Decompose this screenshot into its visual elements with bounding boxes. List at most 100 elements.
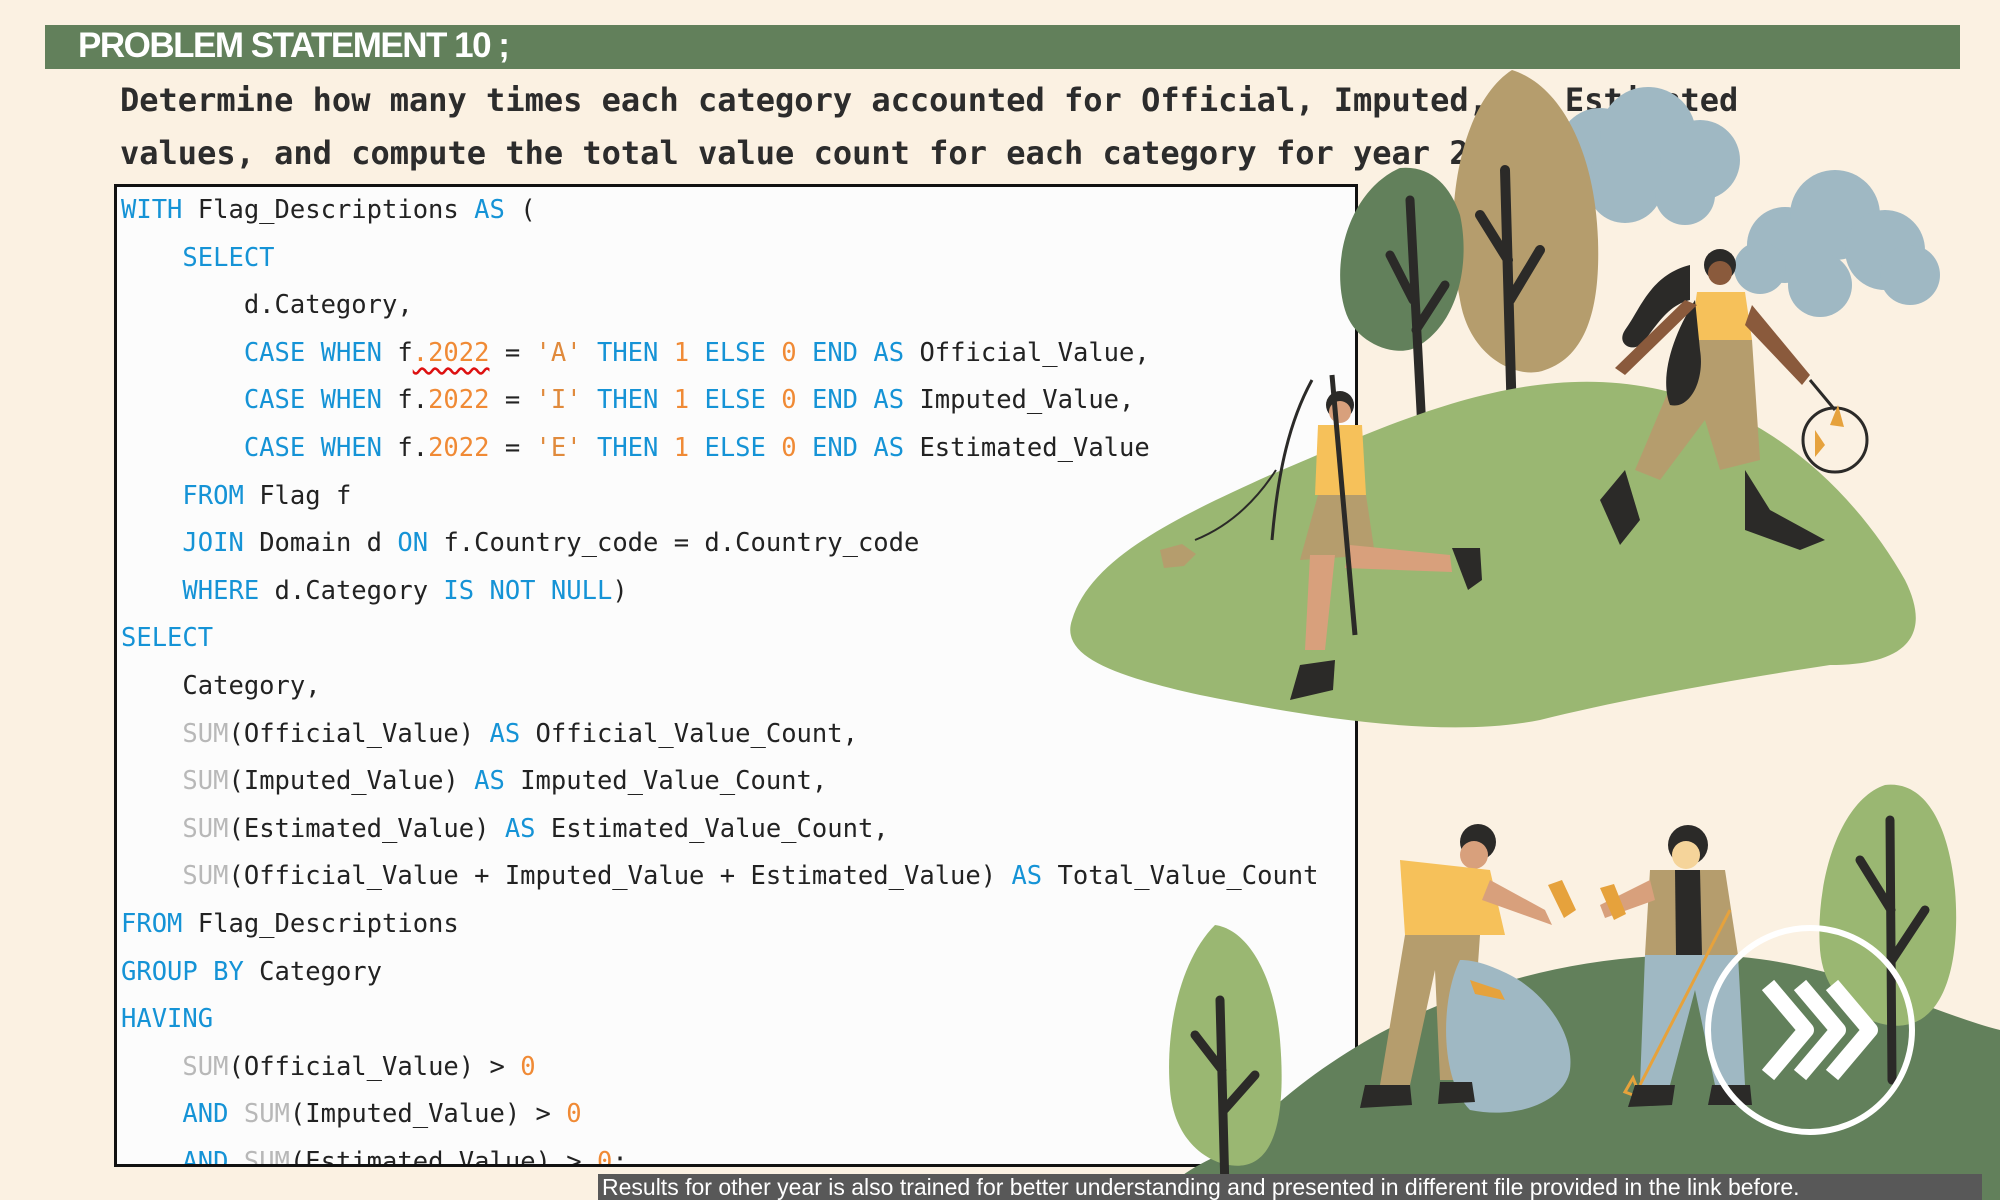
code-line: GROUP BY Category — [121, 949, 1319, 997]
code-line: FROM Flag f — [121, 473, 1319, 521]
code-token: 'I' — [535, 385, 582, 416]
code-token: d.Category — [259, 575, 444, 606]
code-token: 0 — [596, 1146, 613, 1167]
code-token: Imputed_Value_Count, — [504, 766, 828, 797]
code-token: ON — [397, 528, 429, 559]
code-token: THEN — [596, 432, 659, 463]
code-token: SUM — [182, 813, 229, 844]
code-token: 0 — [781, 337, 797, 368]
code-line: CASE WHEN f.2022 = 'A' THEN 1 ELSE 0 END… — [121, 330, 1319, 378]
code-token: ELSE — [704, 385, 766, 416]
man-with-bag-figure — [1360, 824, 1576, 1113]
code-token: 1 — [673, 432, 690, 463]
code-token: 2022 — [428, 385, 490, 416]
code-token: (Official_Value) > — [228, 1051, 521, 1082]
code-token: 'E' — [535, 432, 582, 463]
code-line: CASE WHEN f.2022 = 'E' THEN 1 ELSE 0 END… — [121, 425, 1319, 473]
code-token: 'A' — [535, 337, 582, 368]
code-line: SELECT — [121, 235, 1319, 283]
code-token: AS — [489, 718, 521, 749]
code-token: = — [489, 385, 536, 416]
code-token: AS — [474, 766, 505, 797]
code-token: Domain d — [243, 528, 398, 559]
code-token: AND — [182, 1146, 229, 1167]
code-token: Estimated_Value — [904, 432, 1150, 463]
code-line: SUM(Official_Value + Imputed_Value + Est… — [121, 853, 1319, 901]
code-line: SUM(Estimated_Value) AS Estimated_Value_… — [121, 806, 1319, 854]
code-token: Flag f — [243, 480, 352, 511]
code-line: WITH Flag_Descriptions AS ( — [121, 187, 1319, 235]
code-token: ; — [612, 1146, 628, 1167]
code-token: AS — [504, 813, 536, 844]
code-token: f. — [382, 432, 429, 463]
code-token: f — [382, 337, 413, 368]
code-token: 2022 — [428, 432, 490, 463]
code-token: AND — [182, 1099, 229, 1130]
code-token: ELSE — [704, 432, 766, 463]
code-line: FROM Flag_Descriptions — [121, 901, 1319, 949]
code-line: AND SUM(Estimated_Value) > 0; — [121, 1139, 1319, 1167]
code-token: (Estimated_Value) — [228, 813, 505, 844]
code-token: Official_Value_Count, — [520, 718, 858, 749]
code-token: Total_Value_Count — [1042, 861, 1319, 892]
code-token: Imputed_Value, — [904, 385, 1135, 416]
code-token: (Estimated_Value) > — [289, 1146, 597, 1167]
code-token: AS — [1011, 861, 1043, 892]
code-token: 0 — [781, 385, 797, 416]
code-token: Category, — [121, 670, 321, 701]
code-token: ELSE — [704, 337, 766, 368]
code-token: END AS — [811, 337, 905, 368]
code-token: (Official_Value + Imputed_Value + Estima… — [228, 861, 1012, 892]
code-token: SELECT — [121, 623, 214, 654]
code-token: Flag_Descriptions — [182, 195, 475, 225]
dark-tree-icon — [1340, 167, 1464, 435]
code-line: CASE WHEN f.2022 = 'I' THEN 1 ELSE 0 END… — [121, 377, 1319, 425]
code-token: SELECT — [182, 242, 275, 273]
code-token: 0 — [781, 432, 797, 463]
code-line: HAVING — [121, 996, 1319, 1044]
code-token: ( — [504, 195, 536, 225]
cloud-right-icon — [1734, 170, 1940, 317]
code-token: FROM — [182, 480, 244, 511]
page-title: PROBLEM STATEMENT 10 ; — [78, 26, 510, 65]
code-token: d.Category, — [121, 290, 413, 321]
code-token: WITH — [121, 195, 183, 225]
code-token: SUM — [243, 1146, 290, 1167]
code-token: (Official_Value) — [228, 718, 490, 749]
code-token: = — [489, 337, 536, 368]
code-token: SUM — [182, 718, 229, 749]
code-token: JOIN — [182, 528, 244, 559]
code-token: SUM — [182, 1051, 229, 1082]
code-token: CASE WHEN — [243, 432, 382, 463]
code-token: WHERE — [182, 575, 260, 606]
code-token: = — [489, 432, 536, 463]
code-token: SUM — [182, 861, 229, 892]
code-token: CASE WHEN — [243, 337, 382, 368]
